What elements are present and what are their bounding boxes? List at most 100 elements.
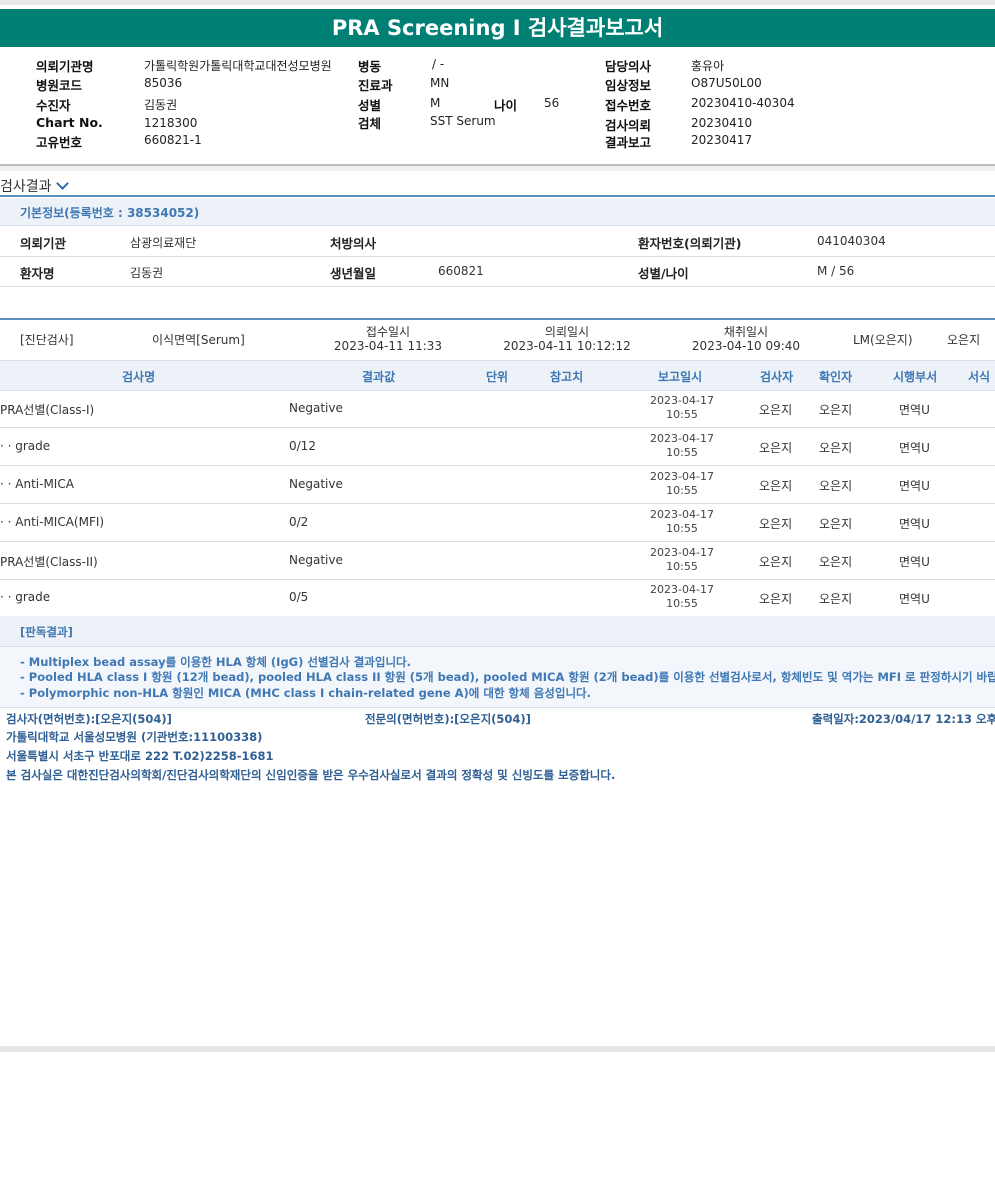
summary-lm: LM(오은지) (853, 333, 913, 347)
collected-label: 채취일시 (723, 325, 769, 339)
header-value: SST Serum (430, 114, 496, 128)
interpretation-title: [판독결과] (20, 625, 73, 639)
chevron-down-icon (55, 177, 69, 190)
col-header: 검사명 (122, 370, 156, 384)
test-name: · · Anti-MICA(MFI) (0, 515, 105, 529)
test-name: · · Anti-MICA (0, 477, 74, 491)
interpretation-line: - Polymorphic non-HLA 항원인 MICA (MHC clas… (20, 686, 591, 700)
header-value: 660821-1 (144, 133, 202, 147)
header-label: 접수번호 (605, 98, 652, 113)
tester: 오은지 (759, 479, 793, 493)
report-date: 2023-04-17 (650, 432, 714, 445)
footer-certification: 본 검사실은 대한진단검사의학회/진단검사의학재단의 신임인증을 받은 우수검사… (6, 768, 616, 782)
test-name: PRA선별(Class-I) (0, 403, 95, 417)
test-result: 0/5 (289, 590, 309, 604)
report-time: 10:55 (666, 522, 698, 535)
header-label: 결과보고 (605, 135, 652, 150)
interpretation-body: - Multiplex bead assay를 이용한 HLA 항체 (IgG)… (0, 647, 995, 708)
checker: 오은지 (819, 441, 853, 455)
checker: 오은지 (819, 479, 853, 493)
header-value: 56 (544, 96, 560, 110)
header-label: 고유번호 (36, 135, 83, 150)
row-divider (0, 256, 995, 257)
footer-tester: 검사자(면허번호):[오은지(504)] (6, 712, 172, 726)
tester: 오은지 (759, 517, 793, 531)
report-time: 10:55 (666, 408, 698, 421)
test-name: · · grade (0, 590, 51, 604)
table-row[interactable]: · · grade 0/5 2023-04-17 10:55 오은지 오은지 면… (0, 579, 995, 617)
table-row[interactable]: · · Anti-MICA Negative 2023-04-17 10:55 … (0, 466, 995, 504)
header-label: 병원코드 (36, 78, 83, 93)
col-header: 참고치 (550, 370, 584, 384)
report-time: 10:55 (666, 597, 698, 610)
tester: 오은지 (759, 555, 793, 569)
interpretation-line: - Pooled HLA class I 항원 (12개 bead), pool… (20, 670, 995, 684)
col-header: 서식 (968, 370, 991, 384)
interpretation-heading: [판독결과] (0, 616, 995, 647)
table-row[interactable]: · · Anti-MICA(MFI) 0/2 2023-04-17 10:55 … (0, 504, 995, 542)
section-toggle[interactable]: 검사결과 (0, 176, 69, 196)
tester: 오은지 (759, 592, 793, 606)
header-value: 20230410 (691, 116, 753, 130)
header-label: 성별 (358, 98, 382, 113)
report-date: 2023-04-17 (650, 394, 714, 407)
section-title: 검사결과 (0, 179, 52, 195)
header-value: 김동권 (144, 98, 178, 112)
header-value: 홍유아 (691, 59, 725, 73)
col-header: 단위 (486, 370, 509, 384)
col-header: 보고일시 (658, 370, 703, 384)
department: 면역U (899, 441, 930, 455)
results-table-header: 검사명 결과값 단위 참고치 보고일시 검사자 확인자 시행부서 서식 (0, 360, 995, 391)
table-row[interactable]: PRA선별(Class-I) Negative 2023-04-17 10:55… (0, 390, 995, 428)
report-time: 10:55 (666, 446, 698, 459)
col-header: 시행부서 (893, 370, 938, 384)
test-result: 0/2 (289, 515, 309, 529)
summary-test: 이식면역[Serum] (152, 333, 245, 347)
summary-person: 오은지 (947, 333, 981, 347)
header-label: Chart No. (36, 115, 103, 130)
summary-category: [진단검사] (20, 333, 74, 347)
header-label: 나이 (494, 98, 518, 113)
basic-label: 의뢰기관 (20, 236, 67, 251)
report-date: 2023-04-17 (650, 470, 714, 483)
col-header: 검사자 (760, 370, 794, 384)
table-row[interactable]: · · grade 0/12 2023-04-17 10:55 오은지 오은지 … (0, 428, 995, 466)
department: 면역U (899, 403, 930, 417)
checker: 오은지 (819, 517, 853, 531)
test-name: · · grade (0, 439, 51, 453)
footer-specialist: 전문의(면허번호):[오은지(504)] (365, 712, 531, 726)
report-date: 2023-04-17 (650, 546, 714, 559)
top-border (0, 0, 995, 5)
collected-value: 2023-04-10 09:40 (691, 339, 801, 353)
header-label: 임상정보 (605, 78, 652, 93)
department: 면역U (899, 555, 930, 569)
bottom-divider (0, 1046, 995, 1052)
department: 면역U (899, 517, 930, 531)
basic-label: 환자명 (20, 266, 55, 281)
basic-value: 김동권 (130, 266, 164, 280)
header-label: 담당의사 (605, 59, 652, 74)
received-value: 2023-04-11 11:33 (333, 339, 443, 353)
test-result: Negative (289, 553, 343, 567)
test-name: PRA선별(Class-II) (0, 555, 98, 569)
test-result: Negative (289, 477, 343, 491)
basic-label: 처방의사 (330, 236, 377, 251)
tester: 오은지 (759, 403, 793, 417)
test-summary: [진단검사] 이식면역[Serum] 접수일시 2023-04-11 11:33… (0, 318, 995, 362)
requested-value: 2023-04-11 10:12:12 (503, 339, 631, 353)
header-value: MN (430, 76, 450, 90)
tester: 오은지 (759, 441, 793, 455)
header-value: / - (432, 57, 445, 71)
report-time: 10:55 (666, 560, 698, 573)
header-value: 20230410-40304 (691, 96, 795, 110)
footer-printed: 출력일자:2023/04/17 12:13 오후 (812, 712, 995, 726)
header-value: 가톨릭학원가톨릭대학교대전성모병원 (144, 59, 332, 73)
table-row[interactable]: PRA선별(Class-II) Negative 2023-04-17 10:5… (0, 542, 995, 580)
basic-info-heading: 기본정보(등록번호 : 38534052) (0, 198, 995, 226)
footer-address: 서울특별시 서초구 반포대로 222 T.02)2258-1681 (6, 749, 274, 763)
section-divider (0, 195, 995, 197)
checker: 오은지 (819, 555, 853, 569)
basic-value: 660821 (438, 264, 484, 278)
department: 면역U (899, 479, 930, 493)
header-label: 수진자 (36, 98, 71, 113)
